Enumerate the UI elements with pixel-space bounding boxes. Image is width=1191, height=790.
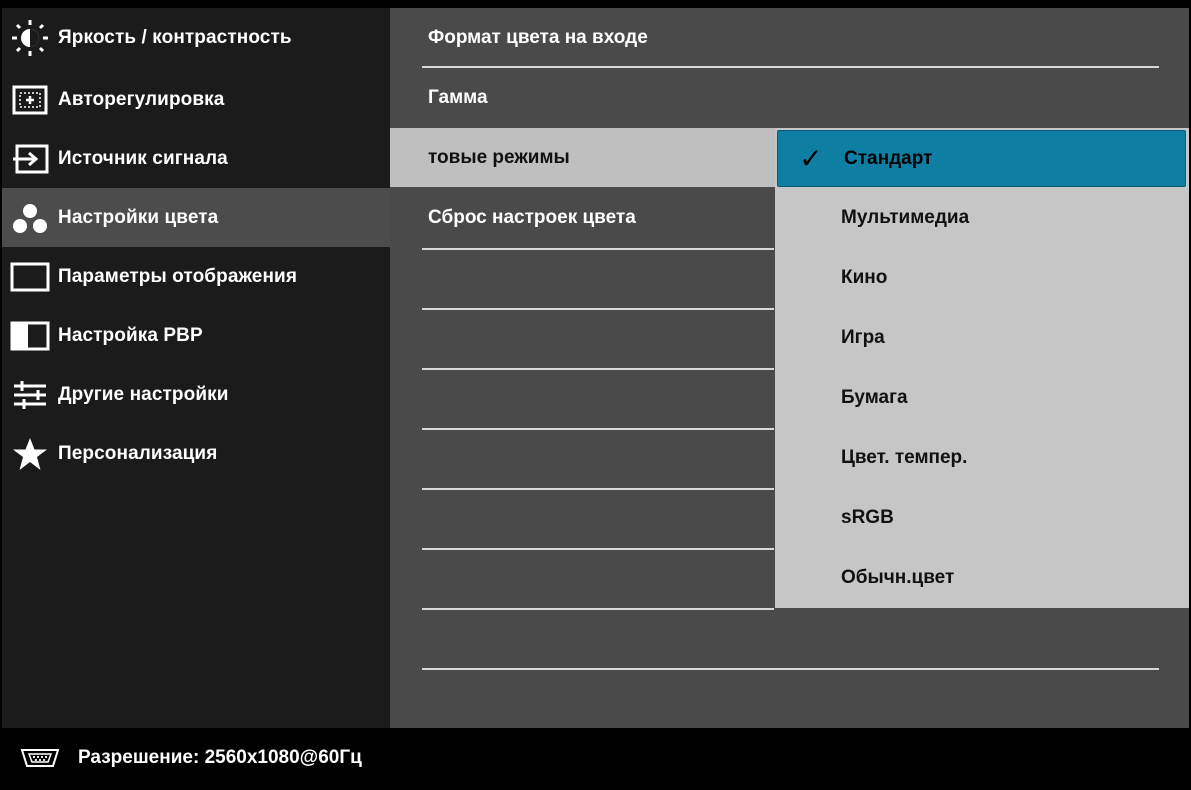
preset-item-standard[interactable]: ✓ Стандарт [777, 130, 1186, 187]
menu-item-personalize[interactable]: Персонализация [2, 424, 390, 483]
menu-item-label: Настройки цвета [58, 206, 219, 228]
divider [422, 668, 1159, 670]
option-label: товые режимы [428, 146, 570, 168]
input-source-icon [2, 139, 58, 179]
menu-item-pbp[interactable]: Настройка PBP [2, 306, 390, 365]
preset-item-multimedia[interactable]: Мультимедиа [775, 188, 1189, 248]
divider [422, 608, 774, 610]
menu-item-auto-adjust[interactable]: Авторегулировка [2, 70, 390, 129]
brightness-icon [2, 18, 58, 58]
divider [422, 308, 774, 310]
main-menu: Яркость / контрастность Авторегулировка [2, 8, 390, 728]
menu-item-other-settings[interactable]: Другие настройки [2, 365, 390, 424]
resolution-text: Разрешение: 2560x1080@60Гц [78, 747, 362, 768]
option-input-color-format[interactable]: Формат цвета на входе [390, 8, 775, 67]
option-reset-color[interactable]: Сброс настроек цвета [390, 188, 775, 247]
menu-item-label: Настройка PBP [58, 324, 203, 346]
preset-label: Стандарт [844, 147, 933, 169]
preset-item-movie[interactable]: Кино [775, 248, 1189, 308]
menu-item-label: Яркость / контрастность [58, 26, 292, 48]
menu-item-brightness-contrast[interactable]: Яркость / контрастность [2, 8, 390, 67]
color-settings-icon [2, 198, 58, 238]
preset-label: Мультимедиа [841, 207, 970, 228]
preset-label: sRGB [841, 507, 894, 528]
other-settings-icon [2, 375, 58, 415]
display-settings-icon [2, 257, 58, 297]
menu-item-label: Авторегулировка [58, 88, 225, 110]
option-label: Формат цвета на входе [428, 26, 648, 48]
menu-item-display-settings[interactable]: Параметры отображения [2, 247, 390, 306]
status-bar: Разрешение: 2560x1080@60Гц [2, 728, 1189, 788]
menu-item-color-settings[interactable]: Настройки цвета [2, 188, 390, 247]
preset-label: Игра [841, 327, 885, 348]
auto-adjust-icon [2, 80, 58, 120]
divider [422, 548, 774, 550]
menu-item-input-source[interactable]: Источник сигнала [2, 129, 390, 188]
option-label: Сброс настроек цвета [428, 206, 636, 228]
preset-item-srgb[interactable]: sRGB [775, 488, 1189, 548]
option-label: Гамма [428, 86, 488, 108]
preset-label: Обычн.цвет [841, 567, 955, 588]
vga-connector-icon [2, 747, 78, 769]
preset-item-game[interactable]: Игра [775, 308, 1189, 368]
checkmark-icon: ✓ [799, 143, 823, 174]
menu-item-label: Персонализация [58, 442, 218, 464]
divider [422, 66, 1159, 68]
preset-item-paper[interactable]: Бумага [775, 368, 1189, 428]
divider [422, 248, 774, 250]
divider [422, 488, 774, 490]
preset-label: Кино [841, 267, 888, 288]
divider [422, 368, 774, 370]
menu-item-label: Источник сигнала [58, 147, 228, 169]
preset-label: Цвет. темпер. [841, 447, 968, 468]
option-preset-modes[interactable]: товые режимы [390, 128, 775, 187]
option-gamma[interactable]: Гамма [390, 68, 775, 127]
osd-window: Яркость / контрастность Авторегулировка [0, 0, 1191, 790]
preset-item-color-temp[interactable]: Цвет. темпер. [775, 428, 1189, 488]
preset-item-custom-color[interactable]: Обычн.цвет [775, 548, 1189, 608]
menu-item-label: Другие настройки [58, 383, 229, 405]
divider [422, 428, 774, 430]
pbp-icon [2, 316, 58, 356]
preset-modes-list: ✓ Стандарт Мультимедиа Кино Игра Бумага … [775, 128, 1189, 608]
preset-label: Бумага [841, 387, 908, 408]
menu-item-label: Параметры отображения [58, 265, 298, 287]
star-icon [2, 434, 58, 474]
